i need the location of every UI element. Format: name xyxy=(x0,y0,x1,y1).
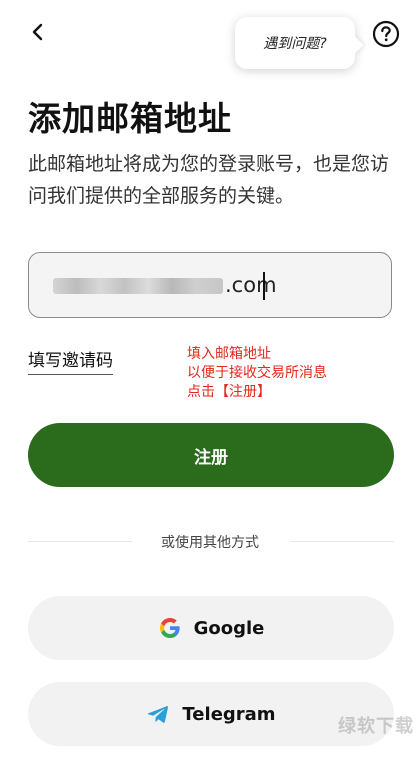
email-value-suffix: .com xyxy=(225,273,277,297)
back-button[interactable] xyxy=(26,20,50,44)
watermark: 绿软下载 xyxy=(338,716,414,737)
page-title: 添加邮箱地址 xyxy=(28,99,232,138)
annotation-line: 填入邮箱地址 xyxy=(187,346,271,362)
divider-line-right xyxy=(290,541,394,542)
google-icon xyxy=(159,618,180,638)
register-button[interactable]: 注册 xyxy=(28,423,394,487)
help-tooltip[interactable]: 遇到问题? xyxy=(235,17,355,69)
divider-text: 或使用其他方式 xyxy=(161,535,259,551)
annotation-line: 以便于接收交易所消息 xyxy=(187,365,327,381)
question-circle-icon xyxy=(372,20,400,48)
telegram-icon xyxy=(148,706,169,723)
invite-code-link[interactable]: 填写邀请码 xyxy=(28,346,113,375)
google-login-button[interactable]: Google xyxy=(28,596,394,660)
email-field[interactable]: .com xyxy=(28,252,392,318)
instruction-annotation: 填入邮箱地址 以便于接收交易所消息 点击【注册】 xyxy=(187,345,327,402)
annotation-line: 点击【注册】 xyxy=(187,384,271,400)
email-redacted-text xyxy=(53,278,223,294)
telegram-label: Telegram xyxy=(182,703,276,725)
google-label: Google xyxy=(193,617,265,639)
help-button[interactable] xyxy=(372,20,400,48)
text-cursor xyxy=(263,272,265,300)
help-tooltip-text: 遇到问题? xyxy=(263,36,327,52)
page-subtitle: 此邮箱地址将成为您的登录账号，也是您访问我们提供的全部服务的关键。 xyxy=(28,153,390,207)
chevron-left-icon xyxy=(32,23,43,41)
